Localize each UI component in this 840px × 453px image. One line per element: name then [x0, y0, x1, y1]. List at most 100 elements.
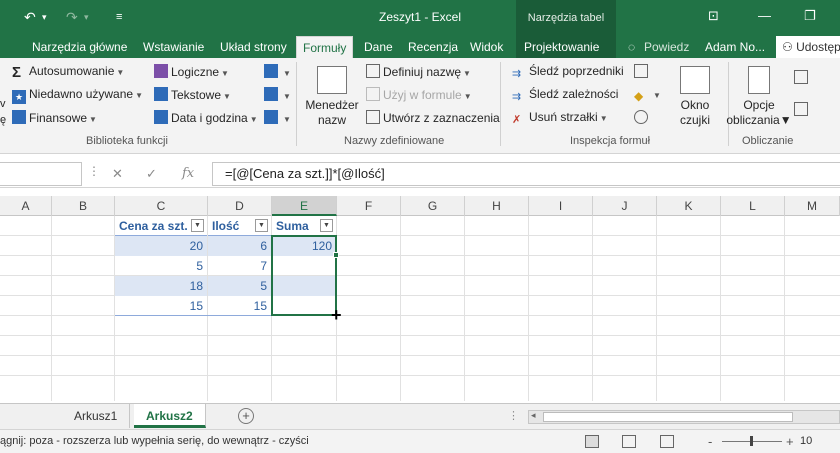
lightbulb-icon: ◌ — [628, 40, 636, 54]
column-header-c[interactable]: C — [115, 196, 208, 216]
column-header-i[interactable]: I — [529, 196, 593, 216]
tab-view[interactable]: Widok — [470, 36, 503, 58]
table-cell[interactable]: 20 — [115, 236, 207, 256]
column-header-f[interactable]: F — [337, 196, 401, 216]
define-name-button[interactable]: Definiuj nazwę ▼ — [366, 64, 471, 79]
show-formulas-button[interactable] — [634, 64, 651, 79]
insert-function-label-fragment-2[interactable]: ę — [0, 114, 6, 126]
recently-used-button[interactable]: ★ Niedawno używane ▼ — [12, 87, 143, 104]
trace-precedents-button[interactable]: ⇉ Śledź poprzedniki — [512, 64, 624, 81]
fill-handle[interactable] — [333, 252, 339, 258]
sheet-tab-arkusz2[interactable]: Arkusz2 — [134, 404, 206, 428]
calculate-now-button[interactable] — [794, 70, 811, 85]
column-header-d[interactable]: D — [208, 196, 272, 216]
zoom-in-button[interactable]: + — [786, 434, 794, 449]
trace-dependents-button[interactable]: ⇉ Śledź zależności — [512, 87, 618, 104]
text-button[interactable]: Tekstowe ▼ — [154, 87, 231, 102]
zoom-slider-knob[interactable] — [750, 436, 753, 446]
define-name-label: Definiuj nazwę — [383, 65, 462, 79]
name-manager-button[interactable]: Menedżer nazw — [302, 66, 362, 128]
scroll-left-icon[interactable]: ◂ — [531, 410, 536, 421]
insert-function-icon[interactable]: fx — [182, 166, 194, 181]
zoom-level[interactable]: 10 — [800, 435, 812, 447]
share-button[interactable]: ⚇ Udostęp — [776, 36, 840, 58]
column-header-h[interactable]: H — [465, 196, 529, 216]
filter-dropdown-icon[interactable]: ▼ — [191, 219, 204, 232]
column-header-g[interactable]: G — [401, 196, 465, 216]
watch-window-button[interactable]: Okno czujki — [666, 66, 724, 128]
remove-arrows-button[interactable]: ✗ Usuń strzałki ▼ — [512, 110, 608, 127]
tab-review[interactable]: Recenzja — [408, 36, 458, 58]
autosum-button[interactable]: Σ Autosumowanie ▼ — [12, 64, 124, 81]
table-cell[interactable]: 15 — [115, 296, 207, 316]
scroll-thumb[interactable] — [543, 412, 793, 422]
zoom-out-button[interactable]: - — [708, 434, 712, 449]
column-header-j[interactable]: J — [593, 196, 657, 216]
warning-icon: ◆ — [634, 89, 644, 103]
table-cell[interactable]: 6 — [208, 236, 271, 256]
minimize-icon[interactable]: — — [758, 8, 771, 23]
evaluate-formula-button[interactable] — [634, 110, 651, 125]
user-account[interactable]: Adam No... — [705, 36, 765, 58]
star-book-icon: ★ — [12, 90, 26, 104]
remove-arrows-icon: ✗ — [512, 114, 522, 126]
tab-split-icon[interactable]: ⋮ — [508, 409, 519, 422]
title-bar: ↶ ▾ ↷ ▾ ≡ Zeszyt1 - Excel Narzędzia tabe… — [0, 0, 840, 36]
filter-dropdown-icon[interactable]: ▼ — [255, 219, 268, 232]
tab-data[interactable]: Dane — [364, 36, 393, 58]
financial-button[interactable]: Finansowe ▼ — [12, 110, 97, 125]
ribbon-display-options-icon[interactable]: ⊡ — [708, 8, 719, 24]
status-bar: ągnij: poza - rozszerza lub wypełnia ser… — [0, 429, 840, 453]
restore-icon[interactable]: ❐ — [804, 8, 816, 24]
formula-input[interactable]: =[@[Cena za szt.]]*[@Ilość] — [212, 162, 840, 186]
date-time-button[interactable]: Data i godzina ▼ — [154, 110, 258, 125]
tab-design[interactable]: Projektowanie — [516, 36, 616, 58]
enter-icon[interactable]: ✓ — [146, 166, 157, 182]
math-trig-button[interactable]: ▼ — [264, 87, 291, 102]
error-checking-button[interactable]: ◆ ▼ — [634, 87, 661, 103]
page-break-view-icon[interactable] — [660, 435, 674, 448]
create-from-selection-button[interactable]: Utwórz z zaznaczenia — [366, 110, 500, 125]
column-header-a[interactable]: A — [0, 196, 52, 216]
cancel-icon[interactable]: ✕ — [112, 166, 123, 182]
insert-function-label-fragment[interactable]: v — [0, 98, 6, 110]
selection-range[interactable] — [271, 235, 337, 316]
horizontal-scrollbar[interactable]: ◂ — [528, 410, 840, 424]
column-header-e[interactable]: E — [272, 196, 337, 216]
table-cell[interactable]: 5 — [115, 256, 207, 276]
tab-formulas[interactable]: Formuły — [296, 36, 354, 58]
formula-bar: ⋮ ✕ ✓ fx =[@[Cena za szt.]]*[@Ilość] — [0, 160, 840, 188]
grid-line — [720, 216, 721, 401]
tab-page-layout[interactable]: Układ strony — [220, 36, 287, 58]
use-in-formula-button[interactable]: Użyj w formule ▼ — [366, 87, 472, 102]
lookup-reference-button[interactable]: ▼ — [264, 64, 291, 79]
person-icon: ⚇ — [782, 40, 797, 54]
tell-me-search[interactable]: Powiedz — [644, 36, 689, 58]
fill-cursor-icon: + — [331, 305, 342, 325]
add-sheet-button[interactable]: + — [238, 408, 254, 424]
name-box[interactable] — [0, 162, 82, 186]
separator — [296, 62, 297, 146]
column-header-l[interactable]: L — [721, 196, 785, 216]
table-cell[interactable]: 18 — [115, 276, 207, 296]
sheet-tab-arkusz1[interactable]: Arkusz1 — [62, 404, 131, 428]
calculation-options-button[interactable]: Opcje obliczania▼ — [726, 66, 792, 128]
table-cell[interactable]: 5 — [208, 276, 271, 296]
tab-insert[interactable]: Wstawianie — [143, 36, 204, 58]
filter-dropdown-icon[interactable]: ▼ — [320, 219, 333, 232]
tab-home[interactable]: Narzędzia główne — [32, 36, 127, 58]
column-header-b[interactable]: B — [52, 196, 115, 216]
worksheet-grid[interactable]: Cena za szt. ▼ Ilość ▼ Suma ▼ 20 6 120 5 7 18 5 15 15 + — [0, 216, 840, 401]
column-header-k[interactable]: K — [657, 196, 721, 216]
financial-book-icon — [12, 110, 26, 124]
formula-bar-grip-icon[interactable]: ⋮ — [88, 164, 100, 178]
grid-line — [656, 216, 657, 401]
column-header-m[interactable]: M — [785, 196, 840, 216]
table-cell[interactable]: 7 — [208, 256, 271, 276]
calculate-sheet-button[interactable] — [794, 102, 811, 117]
table-cell[interactable]: 15 — [208, 296, 271, 316]
logical-button[interactable]: Logiczne ▼ — [154, 64, 229, 79]
more-functions-button[interactable]: ▼ — [264, 110, 291, 125]
normal-view-icon[interactable] — [585, 435, 599, 448]
page-layout-view-icon[interactable] — [622, 435, 636, 448]
